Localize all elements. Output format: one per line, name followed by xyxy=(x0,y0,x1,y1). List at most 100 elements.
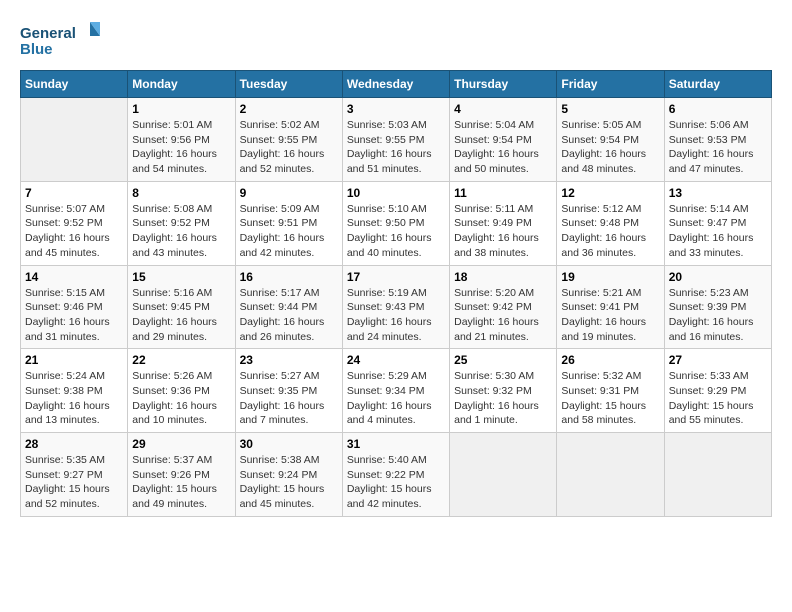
day-number: 14 xyxy=(25,270,123,284)
calendar-week-3: 14 Sunrise: 5:15 AM Sunset: 9:46 PM Dayli… xyxy=(21,265,772,349)
calendar-cell: 22 Sunrise: 5:26 AM Sunset: 9:36 PM Dayli… xyxy=(128,349,235,433)
day-info: Sunrise: 5:09 AM Sunset: 9:51 PM Dayligh… xyxy=(240,202,338,261)
page-header: General Blue xyxy=(20,20,772,60)
day-info: Sunrise: 5:02 AM Sunset: 9:55 PM Dayligh… xyxy=(240,118,338,177)
day-info: Sunrise: 5:38 AM Sunset: 9:24 PM Dayligh… xyxy=(240,453,338,512)
day-number: 1 xyxy=(132,102,230,116)
day-info: Sunrise: 5:24 AM Sunset: 9:38 PM Dayligh… xyxy=(25,369,123,428)
day-number: 24 xyxy=(347,353,445,367)
calendar-cell: 5Sunrise: 5:05 AM Sunset: 9:54 PM Daylig… xyxy=(557,98,664,182)
calendar-cell: 18 Sunrise: 5:20 AM Sunset: 9:42 PM Dayli… xyxy=(450,265,557,349)
calendar-cell: 1 Sunrise: 5:01 AM Sunset: 9:56 PM Daylig… xyxy=(128,98,235,182)
svg-text:General: General xyxy=(20,25,76,42)
weekday-header-friday: Friday xyxy=(557,71,664,98)
day-number: 25 xyxy=(454,353,552,367)
calendar-cell: 23 Sunrise: 5:27 AM Sunset: 9:35 PM Dayli… xyxy=(235,349,342,433)
day-info: Sunrise: 5:21 AM Sunset: 9:41 PM Dayligh… xyxy=(561,286,659,345)
day-info: Sunrise: 5:37 AM Sunset: 9:26 PM Dayligh… xyxy=(132,453,230,512)
day-number: 22 xyxy=(132,353,230,367)
calendar-cell: 11Sunrise: 5:11 AM Sunset: 9:49 PM Dayli… xyxy=(450,181,557,265)
day-number: 23 xyxy=(240,353,338,367)
calendar-week-4: 21 Sunrise: 5:24 AM Sunset: 9:38 PM Dayli… xyxy=(21,349,772,433)
calendar-cell: 3 Sunrise: 5:03 AM Sunset: 9:55 PM Daylig… xyxy=(342,98,449,182)
day-number: 19 xyxy=(561,270,659,284)
calendar-cell: 20Sunrise: 5:23 AM Sunset: 9:39 PM Dayli… xyxy=(664,265,771,349)
calendar-table: SundayMondayTuesdayWednesdayThursdayFrid… xyxy=(20,70,772,517)
day-info: Sunrise: 5:33 AM Sunset: 9:29 PM Dayligh… xyxy=(669,369,767,428)
calendar-week-5: 28 Sunrise: 5:35 AM Sunset: 9:27 PM Dayli… xyxy=(21,433,772,517)
day-number: 2 xyxy=(240,102,338,116)
day-info: Sunrise: 5:06 AM Sunset: 9:53 PM Dayligh… xyxy=(669,118,767,177)
day-info: Sunrise: 5:30 AM Sunset: 9:32 PM Dayligh… xyxy=(454,369,552,428)
day-info: Sunrise: 5:10 AM Sunset: 9:50 PM Dayligh… xyxy=(347,202,445,261)
calendar-cell: 19 Sunrise: 5:21 AM Sunset: 9:41 PM Dayli… xyxy=(557,265,664,349)
day-number: 6 xyxy=(669,102,767,116)
day-number: 28 xyxy=(25,437,123,451)
day-info: Sunrise: 5:04 AM Sunset: 9:54 PM Dayligh… xyxy=(454,118,552,177)
weekday-header-sunday: Sunday xyxy=(21,71,128,98)
calendar-week-1: 1 Sunrise: 5:01 AM Sunset: 9:56 PM Daylig… xyxy=(21,98,772,182)
calendar-cell: 14 Sunrise: 5:15 AM Sunset: 9:46 PM Dayli… xyxy=(21,265,128,349)
day-number: 21 xyxy=(25,353,123,367)
calendar-cell: 29 Sunrise: 5:37 AM Sunset: 9:26 PM Dayli… xyxy=(128,433,235,517)
day-number: 3 xyxy=(347,102,445,116)
logo: General Blue xyxy=(20,20,100,60)
weekday-header-monday: Monday xyxy=(128,71,235,98)
weekday-header-wednesday: Wednesday xyxy=(342,71,449,98)
day-number: 30 xyxy=(240,437,338,451)
calendar-cell: 13 Sunrise: 5:14 AM Sunset: 9:47 PM Dayli… xyxy=(664,181,771,265)
day-number: 29 xyxy=(132,437,230,451)
calendar-cell: 17Sunrise: 5:19 AM Sunset: 9:43 PM Dayli… xyxy=(342,265,449,349)
day-info: Sunrise: 5:29 AM Sunset: 9:34 PM Dayligh… xyxy=(347,369,445,428)
calendar-cell: 12Sunrise: 5:12 AM Sunset: 9:48 PM Dayli… xyxy=(557,181,664,265)
calendar-cell: 26 Sunrise: 5:32 AM Sunset: 9:31 PM Dayli… xyxy=(557,349,664,433)
day-info: Sunrise: 5:14 AM Sunset: 9:47 PM Dayligh… xyxy=(669,202,767,261)
day-number: 10 xyxy=(347,186,445,200)
day-info: Sunrise: 5:03 AM Sunset: 9:55 PM Dayligh… xyxy=(347,118,445,177)
day-info: Sunrise: 5:32 AM Sunset: 9:31 PM Dayligh… xyxy=(561,369,659,428)
day-info: Sunrise: 5:40 AM Sunset: 9:22 PM Dayligh… xyxy=(347,453,445,512)
calendar-cell: 30 Sunrise: 5:38 AM Sunset: 9:24 PM Dayli… xyxy=(235,433,342,517)
day-number: 15 xyxy=(132,270,230,284)
day-info: Sunrise: 5:20 AM Sunset: 9:42 PM Dayligh… xyxy=(454,286,552,345)
weekday-header-tuesday: Tuesday xyxy=(235,71,342,98)
calendar-cell xyxy=(450,433,557,517)
weekday-header-thursday: Thursday xyxy=(450,71,557,98)
day-info: Sunrise: 5:26 AM Sunset: 9:36 PM Dayligh… xyxy=(132,369,230,428)
day-info: Sunrise: 5:35 AM Sunset: 9:27 PM Dayligh… xyxy=(25,453,123,512)
day-number: 8 xyxy=(132,186,230,200)
day-info: Sunrise: 5:11 AM Sunset: 9:49 PM Dayligh… xyxy=(454,202,552,261)
day-number: 16 xyxy=(240,270,338,284)
day-info: Sunrise: 5:16 AM Sunset: 9:45 PM Dayligh… xyxy=(132,286,230,345)
day-info: Sunrise: 5:05 AM Sunset: 9:54 PM Dayligh… xyxy=(561,118,659,177)
weekday-header-row: SundayMondayTuesdayWednesdayThursdayFrid… xyxy=(21,71,772,98)
calendar-cell xyxy=(21,98,128,182)
day-info: Sunrise: 5:07 AM Sunset: 9:52 PM Dayligh… xyxy=(25,202,123,261)
day-number: 13 xyxy=(669,186,767,200)
day-info: Sunrise: 5:01 AM Sunset: 9:56 PM Dayligh… xyxy=(132,118,230,177)
calendar-cell: 16Sunrise: 5:17 AM Sunset: 9:44 PM Dayli… xyxy=(235,265,342,349)
calendar-cell: 21 Sunrise: 5:24 AM Sunset: 9:38 PM Dayli… xyxy=(21,349,128,433)
calendar-cell: 25 Sunrise: 5:30 AM Sunset: 9:32 PM Dayli… xyxy=(450,349,557,433)
day-info: Sunrise: 5:23 AM Sunset: 9:39 PM Dayligh… xyxy=(669,286,767,345)
day-info: Sunrise: 5:27 AM Sunset: 9:35 PM Dayligh… xyxy=(240,369,338,428)
calendar-cell: 4Sunrise: 5:04 AM Sunset: 9:54 PM Daylig… xyxy=(450,98,557,182)
calendar-cell: 28 Sunrise: 5:35 AM Sunset: 9:27 PM Dayli… xyxy=(21,433,128,517)
calendar-cell: 15 Sunrise: 5:16 AM Sunset: 9:45 PM Dayli… xyxy=(128,265,235,349)
day-number: 26 xyxy=(561,353,659,367)
logo-svg: General Blue xyxy=(20,20,100,60)
calendar-cell: 24 Sunrise: 5:29 AM Sunset: 9:34 PM Dayli… xyxy=(342,349,449,433)
day-number: 7 xyxy=(25,186,123,200)
day-number: 18 xyxy=(454,270,552,284)
calendar-cell: 27Sunrise: 5:33 AM Sunset: 9:29 PM Dayli… xyxy=(664,349,771,433)
calendar-cell: 9Sunrise: 5:09 AM Sunset: 9:51 PM Daylig… xyxy=(235,181,342,265)
day-number: 31 xyxy=(347,437,445,451)
day-number: 17 xyxy=(347,270,445,284)
calendar-week-2: 7 Sunrise: 5:07 AM Sunset: 9:52 PM Daylig… xyxy=(21,181,772,265)
calendar-cell: 31 Sunrise: 5:40 AM Sunset: 9:22 PM Dayli… xyxy=(342,433,449,517)
calendar-cell: 7 Sunrise: 5:07 AM Sunset: 9:52 PM Daylig… xyxy=(21,181,128,265)
day-info: Sunrise: 5:15 AM Sunset: 9:46 PM Dayligh… xyxy=(25,286,123,345)
calendar-cell: 8Sunrise: 5:08 AM Sunset: 9:52 PM Daylig… xyxy=(128,181,235,265)
weekday-header-saturday: Saturday xyxy=(664,71,771,98)
calendar-cell: 2 Sunrise: 5:02 AM Sunset: 9:55 PM Daylig… xyxy=(235,98,342,182)
